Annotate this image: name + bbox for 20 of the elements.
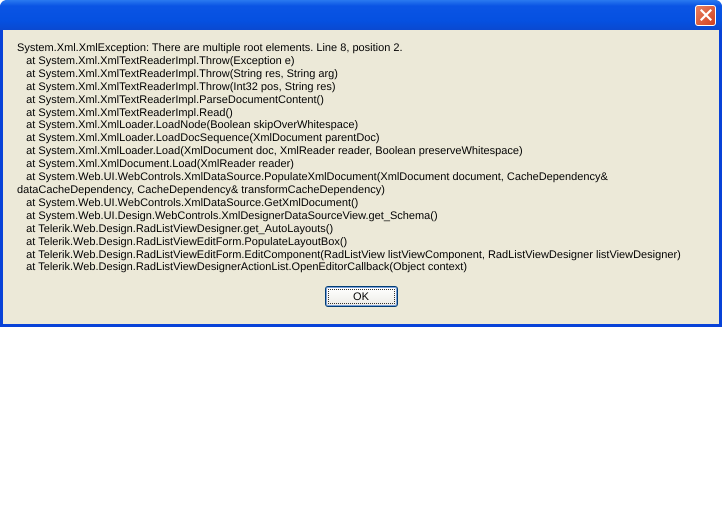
error-message-line: at Telerik.Web.Design.RadListViewDesigner.get_AutoLayouts() [25,222,334,236]
close-icon [700,9,712,21]
error-message-line: at System.Xml.XmlTextReaderImpl.Throw(Exception e) [25,54,296,68]
error-message-line: at System.Xml.XmlLoader.LoadNode(Boolean skipOverWhitespace) [25,119,360,132]
error-message-line: at Telerik.Web.Design.RadListViewEditForm.PopulateLayoutBox() [25,236,348,248]
error-message-line: at System.Xml.XmlLoader.Load(XmlDocument doc, XmlReader reader, Boolean preserveWhitespace) [25,145,524,158]
error-message-line: System.Xml.XmlException: There are multiple root elements. Line 8, position 2. [17,42,404,55]
error-message-line: at Telerik.Web.Design.RadListViewEditForm.EditComponent(RadListView listViewComponent, RadListViewDesigner listViewDesigner) [25,248,682,262]
error-message-line: at System.Xml.XmlTextReaderImpl.Read() [25,106,234,120]
error-message-line: at System.Web.UI.Design.WebControls.XmlDesignerDataSourceView.get_Schema() [25,210,439,223]
error-message-line: at System.Web.UI.WebControls.XmlDataSource.GetXmlDocument() [25,196,360,210]
ok-button[interactable]: OK [324,286,398,308]
error-message-line: at Telerik.Web.Design.RadListViewDesignerActionList.OpenEditorCallback(Object context) [25,261,468,274]
error-message-line: at System.Xml.XmlTextReaderImpl.ParseDocumentContent() [25,94,325,107]
error-message-line: at System.Xml.XmlLoader.LoadDocSequence(XmlDocument parentDoc) [25,132,381,146]
close-button[interactable] [695,4,716,26]
error-message-line: at System.Web.UI.WebControls.XmlDataSource.PopulateXmlDocument(XmlDocument document, CacheDependency& dataCacheDependency, CacheDependency& transformCacheDependency) [17,171,609,197]
error-message-line: at System.Xml.XmlTextReaderImpl.Throw(String res, String arg) [25,68,339,81]
error-message-line: at System.Xml.XmlTextReaderImpl.Throw(Int32 pos, String res) [25,80,336,94]
error-message-line: at System.Xml.XmlDocument.Load(XmlReader reader) [25,158,295,172]
